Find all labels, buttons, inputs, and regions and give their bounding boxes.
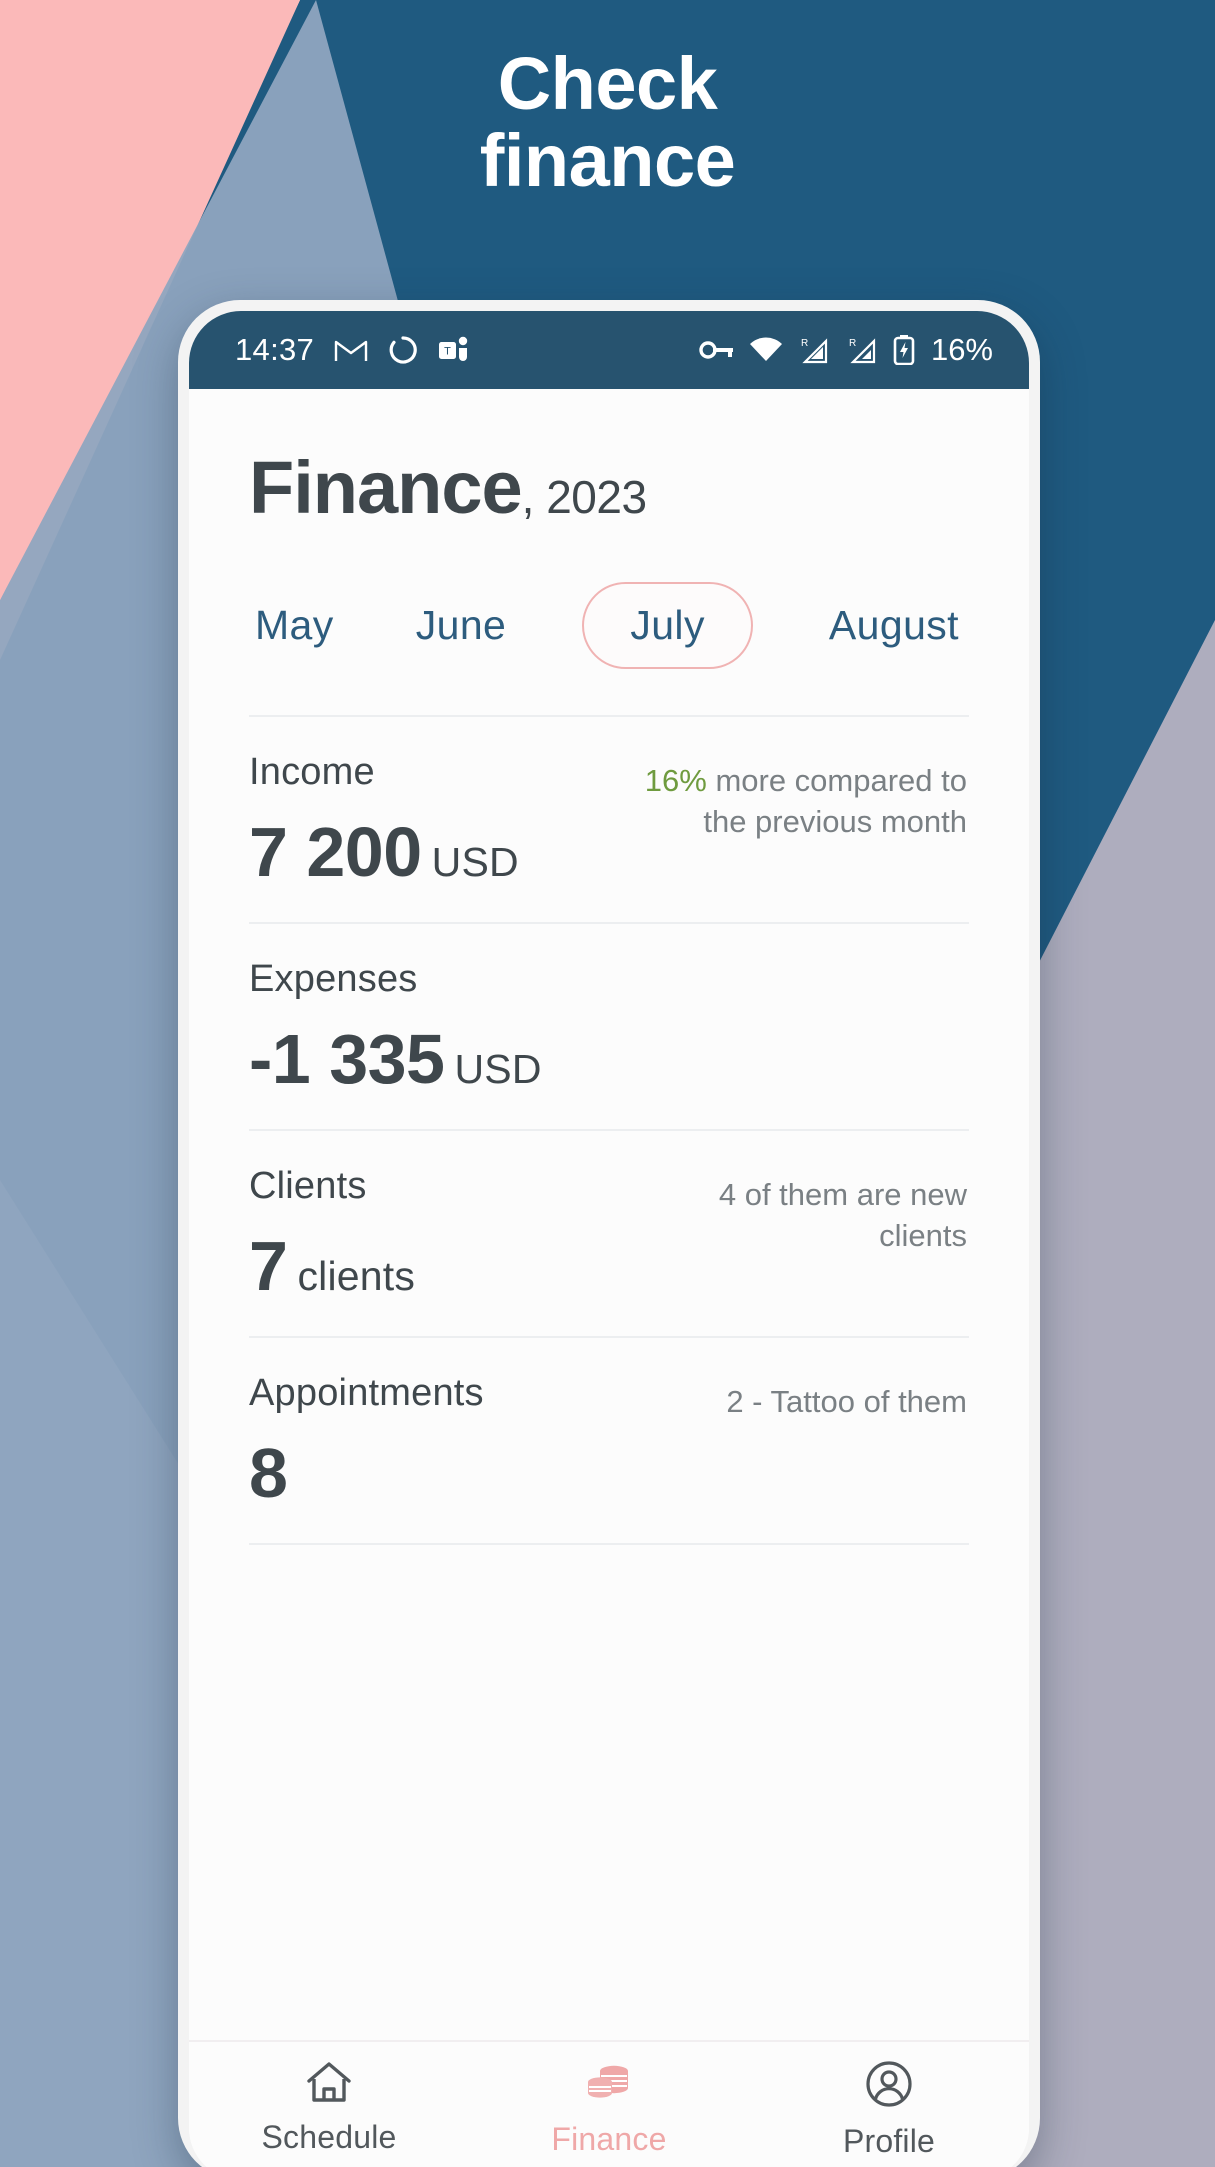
page-title: Finance , 2023 (249, 445, 969, 530)
coins-icon (584, 2060, 634, 2109)
svg-text:T: T (444, 346, 451, 358)
tab-schedule[interactable]: Schedule (189, 2060, 469, 2156)
battery-charging-icon (893, 335, 915, 365)
app-content: Finance , 2023 May June July August Inco… (189, 389, 1029, 2040)
stat-clients: Clients 7 clients 4 of them are new clie… (249, 1131, 969, 1336)
tab-label: Schedule (261, 2119, 397, 2155)
status-time: 14:37 (235, 332, 315, 367)
stat-note-highlight: 16% (644, 763, 707, 798)
teams-icon: T (438, 336, 472, 364)
stat-label: Expenses (249, 958, 418, 1000)
phone-frame: 14:37 T R R 16% Finance , 2023 May June … (178, 300, 1040, 2167)
month-tab-june[interactable]: June (410, 582, 513, 669)
month-tab-july[interactable]: July (582, 582, 753, 669)
svg-text:R: R (801, 338, 808, 349)
signal-roaming-icon: R (845, 336, 879, 364)
tab-label: Finance (551, 2121, 667, 2157)
svg-text:R: R (849, 338, 856, 349)
stat-value: 7 (249, 1227, 288, 1305)
stat-note: 4 of them are new clients (637, 1175, 967, 1257)
month-tab-may[interactable]: May (249, 582, 340, 669)
stat-value: -1 335 (249, 1020, 445, 1098)
battery-percent: 16% (930, 332, 993, 367)
vpn-key-icon (699, 339, 735, 361)
home-icon (305, 2060, 353, 2107)
stat-note-rest: more compared to the previous month (703, 763, 967, 839)
sync-icon (388, 335, 418, 365)
stat-note-rest: 2 - Tattoo of them (726, 1384, 967, 1419)
page-title-year: , 2023 (521, 471, 647, 523)
stat-unit: USD (454, 1046, 542, 1092)
tab-profile[interactable]: Profile (749, 2060, 1029, 2160)
stat-note: 2 - Tattoo of them (726, 1382, 967, 1423)
divider (249, 1543, 969, 1545)
stat-value: 8 (249, 1434, 288, 1512)
promo-line-1: Check (497, 42, 718, 125)
stat-appointments: Appointments 8 2 - Tattoo of them (249, 1338, 969, 1543)
stat-unit: USD (431, 839, 519, 885)
promo-headline: Check finance (0, 42, 1215, 202)
status-bar: 14:37 T R R 16% (189, 311, 1029, 389)
bottom-navigation: Schedule Finance Profile (189, 2040, 1029, 2167)
stat-note-rest: 4 of them are new clients (718, 1177, 967, 1253)
tab-finance[interactable]: Finance (469, 2060, 749, 2158)
user-circle-icon (865, 2060, 913, 2111)
gmail-icon (334, 337, 368, 363)
phone-screen: 14:37 T R R 16% Finance , 2023 May June … (189, 311, 1029, 2167)
signal-roaming-icon: R (797, 336, 831, 364)
wifi-icon (749, 337, 783, 363)
stat-unit: clients (297, 1253, 416, 1299)
promo-line-2: finance (479, 118, 736, 202)
stat-value: 7 200 (249, 813, 422, 891)
page-title-main: Finance (249, 446, 523, 529)
month-tab-august[interactable]: August (823, 582, 965, 669)
stat-expenses: Expenses -1 335 USD (249, 924, 969, 1129)
stat-note: 16% more compared to the previous month (637, 761, 967, 843)
tab-label: Profile (842, 2123, 936, 2159)
stat-income: Income 7 200 USD 16% more compared to th… (249, 717, 969, 922)
month-selector: May June July August (249, 582, 969, 669)
